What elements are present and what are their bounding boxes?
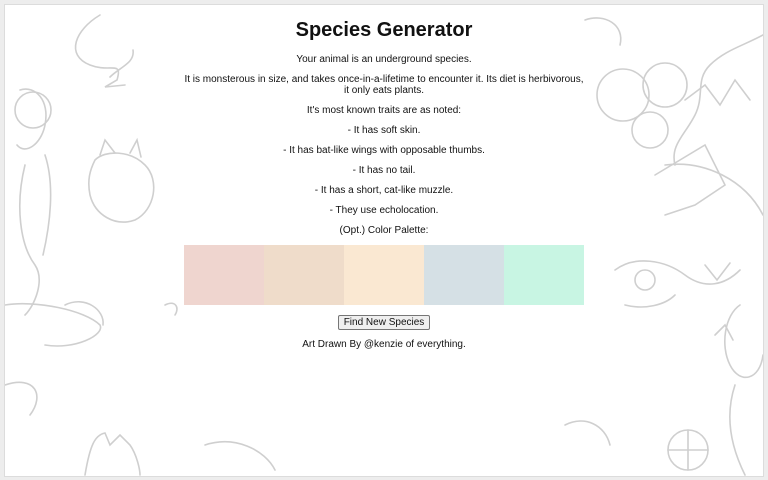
trait-item: - It has a short, cat-like muzzle.	[314, 185, 454, 196]
size-diet-text: It is monsterous in size, and takes once…	[184, 74, 584, 96]
find-new-species-button[interactable]: Find New Species	[337, 315, 431, 330]
palette-swatch	[264, 245, 344, 305]
trait-item: - It has bat-like wings with opposable t…	[283, 145, 485, 156]
page-title: Species Generator	[295, 19, 473, 41]
palette-swatch	[504, 245, 584, 305]
page-frame: Species Generator Your animal is an unde…	[4, 4, 764, 477]
trait-item: - It has soft skin.	[347, 125, 421, 136]
trait-item: - They use echolocation.	[329, 205, 439, 216]
palette-swatch	[344, 245, 424, 305]
generator-content: Species Generator Your animal is an unde…	[5, 5, 763, 350]
habitat-text: Your animal is an underground species.	[296, 54, 472, 65]
trait-item: - It has no tail.	[352, 165, 416, 176]
color-palette	[184, 245, 584, 305]
traits-intro: It's most known traits are as noted:	[306, 105, 462, 116]
palette-swatch	[184, 245, 264, 305]
palette-label: (Opt.) Color Palette:	[339, 225, 429, 236]
art-credit: Art Drawn By @kenzie of everything.	[302, 339, 466, 350]
palette-swatch	[424, 245, 504, 305]
